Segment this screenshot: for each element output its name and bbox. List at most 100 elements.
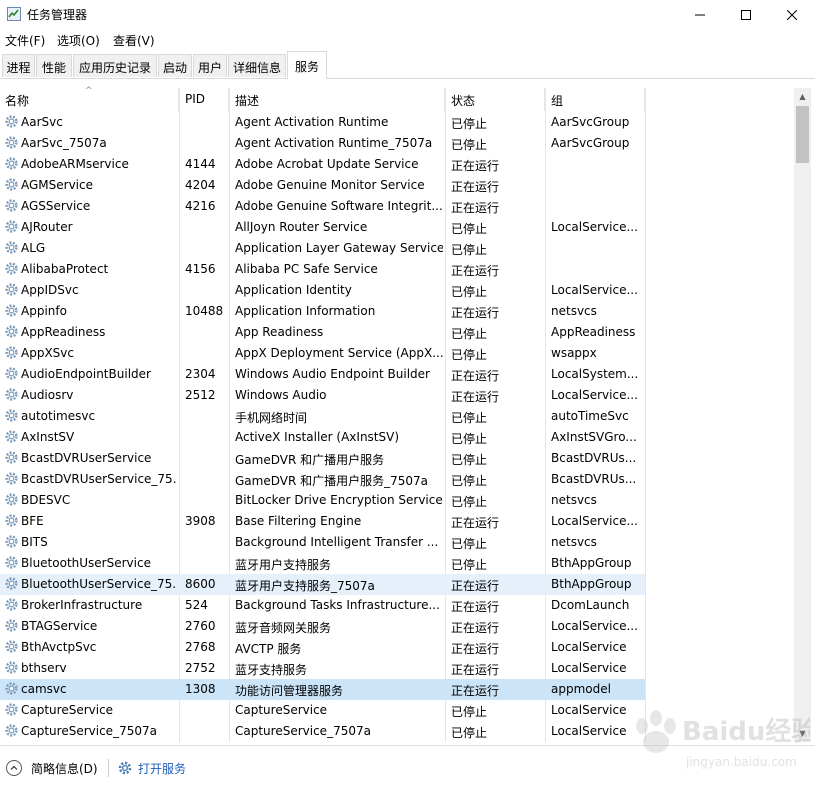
services-list: AarSvc Agent Activation Runtime 已停止 AarSvcG…	[0, 112, 795, 742]
tab-app-history[interactable]: 应用历史记录	[73, 54, 157, 77]
service-name: AppReadiness	[21, 325, 106, 339]
table-row[interactable]: CaptureService_7507a CaptureService_7507a…	[0, 721, 645, 742]
table-row[interactable]: BcastDVRUserService GameDVR 和广播用户服务 已停止 Bca…	[0, 448, 645, 469]
service-gear-icon	[5, 619, 18, 632]
minimize-button[interactable]	[677, 0, 723, 29]
service-group: autoTimeSvc	[551, 409, 629, 423]
table-row[interactable]: AudioEndpointBuilder 2304 Windows Audio En…	[0, 364, 645, 385]
footer-separator	[108, 759, 109, 777]
service-pid: 4144	[185, 157, 216, 171]
service-group: AarSvcGroup	[551, 115, 630, 129]
table-row[interactable]: Audiosrv 2512 Windows Audio 正在运行 LocalServic…	[0, 385, 645, 406]
service-description: AllJoyn Router Service	[235, 220, 368, 234]
service-gear-icon	[5, 178, 18, 191]
service-name: autotimesvc	[21, 409, 96, 423]
column-status-header[interactable]: 状态	[446, 88, 545, 111]
tab-services[interactable]: 服务	[287, 51, 327, 79]
service-group: wsappx	[551, 346, 597, 360]
scrollbar-thumb[interactable]	[796, 106, 809, 163]
table-row[interactable]: AxInstSV ActiveX Installer (AxInstSV) 已停止 A…	[0, 427, 645, 448]
table-row[interactable]: Appinfo 10488 Application Information 正在运行 n…	[0, 301, 645, 322]
service-gear-icon	[5, 514, 18, 527]
service-name: BITS	[21, 535, 48, 549]
table-row[interactable]: AGMService 4204 Adobe Genuine Monitor Serv…	[0, 175, 645, 196]
table-row[interactable]: BthAvctpSvc 2768 AVCTP 服务 正在运行 LocalService	[0, 637, 645, 658]
service-gear-icon	[5, 430, 18, 443]
table-row[interactable]: AlibabaProtect 4156 Alibaba PC Safe Servic…	[0, 259, 645, 280]
maximize-button[interactable]	[723, 0, 769, 29]
table-row[interactable]: BluetoothUserService_75... 8600 蓝牙用户支持服务_7…	[0, 574, 645, 595]
window-title: 任务管理器	[27, 8, 88, 22]
table-row[interactable]: AppXSvc AppX Deployment Service (AppX... 已…	[0, 343, 645, 364]
menu-view[interactable]: 查看(V)	[113, 32, 155, 49]
service-pid: 2752	[185, 661, 216, 675]
table-row[interactable]: BFE 3908 Base Filtering Engine 正在运行 LocalSer…	[0, 511, 645, 532]
table-row[interactable]: BrokerInfrastructure 524 Background Tasks …	[0, 595, 645, 616]
service-description: Application Information	[235, 304, 376, 318]
table-row[interactable]: BcastDVRUserService_75... GameDVR 和广播用户服务…	[0, 469, 645, 490]
tab-startup[interactable]: 启动	[158, 54, 192, 77]
column-pid-header[interactable]: PID	[180, 88, 229, 111]
menu-file[interactable]: 文件(F)	[5, 32, 45, 49]
service-name: ALG	[21, 241, 46, 255]
service-group: BcastDVRUs...	[551, 451, 637, 465]
table-row[interactable]: AdobeARMservice 4144 Adobe Acrobat Update …	[0, 154, 645, 175]
service-status: 已停止	[451, 138, 488, 152]
fewer-details-link[interactable]: 简略信息(D)	[31, 760, 98, 777]
column-group-header[interactable]: 组	[546, 88, 645, 111]
menu-options[interactable]: 选项(O)	[57, 32, 100, 49]
table-row[interactable]: AppReadiness App Readiness 已停止 AppReadiness	[0, 322, 645, 343]
service-description: BitLocker Drive Encryption Service	[235, 493, 443, 507]
table-row[interactable]: AppIDSvc Application Identity 已停止 LocalServ…	[0, 280, 645, 301]
tab-details[interactable]: 详细信息	[228, 54, 286, 77]
table-row[interactable]: AarSvc Agent Activation Runtime 已停止 AarSvcG…	[0, 112, 645, 133]
open-services-link[interactable]: 打开服务	[138, 760, 186, 777]
column-name-header[interactable]: 名称 ^	[0, 86, 179, 111]
service-name: AGMService	[21, 178, 93, 192]
baidu-paw-logo: Baidu经验 jingyan.baidu.com	[636, 710, 815, 769]
table-row[interactable]: ALG Application Layer Gateway Service 已停止	[0, 238, 645, 259]
service-pid: 4216	[185, 199, 216, 213]
column-description-header[interactable]: 描述	[230, 88, 445, 111]
service-name: AlibabaProtect	[21, 262, 109, 276]
table-row[interactable]: BDESVC BitLocker Drive Encryption Service…	[0, 490, 645, 511]
table-row[interactable]: CaptureService CaptureService 已停止 LocalServ…	[0, 700, 645, 721]
service-description: CaptureService	[235, 703, 328, 717]
service-gear-icon	[5, 535, 18, 548]
service-status: 正在运行	[451, 390, 500, 404]
table-row[interactable]: AJRouter AllJoyn Router Service 已停止 LocalSe…	[0, 217, 645, 238]
table-row[interactable]: autotimesvc 手机网络时间 已停止 autoTimeSvc	[0, 406, 645, 427]
service-status: 正在运行	[451, 159, 500, 173]
close-button[interactable]	[769, 0, 815, 29]
table-row[interactable]: BTAGService 2760 蓝牙音频网关服务 正在运行 LocalService.…	[0, 616, 645, 637]
service-group: BthAppGroup	[551, 556, 632, 570]
services-gear-icon	[118, 761, 132, 775]
service-status: 已停止	[451, 705, 488, 719]
service-description: CaptureService_7507a	[235, 724, 371, 738]
service-description: Application Layer Gateway Service	[235, 241, 443, 255]
tab-strip: 进程 性能 应用历史记录 启动 用户 详细信息 服务	[0, 51, 815, 79]
service-name: BthAvctpSvc	[21, 640, 97, 654]
table-row[interactable]: AGSService 4216 Adobe Genuine Software Int…	[0, 196, 645, 217]
table-row[interactable]: BITS Background Intelligent Transfer ... 已…	[0, 532, 645, 553]
table-row[interactable]: camsvc 1308 功能访问管理器服务 正在运行 appmodel	[0, 679, 645, 700]
tab-users[interactable]: 用户	[193, 54, 227, 77]
tab-performance[interactable]: 性能	[36, 54, 72, 77]
tab-processes[interactable]: 进程	[2, 54, 35, 77]
vertical-scrollbar[interactable]: ▲ ▼	[794, 88, 811, 742]
table-row[interactable]: bthserv 2752 蓝牙支持服务 正在运行 LocalService	[0, 658, 645, 679]
table-row[interactable]: AarSvc_7507a Agent Activation Runtime_750…	[0, 133, 645, 154]
service-gear-icon	[5, 493, 18, 506]
scroll-up-icon[interactable]: ▲	[794, 88, 811, 105]
service-group: LocalService...	[551, 220, 638, 234]
service-status: 正在运行	[451, 201, 500, 215]
service-name: AarSvc_7507a	[21, 136, 107, 150]
service-description: Agent Activation Runtime_7507a	[235, 136, 433, 150]
service-name: bthserv	[21, 661, 67, 675]
table-row[interactable]: BluetoothUserService 蓝牙用户支持服务 已停止 BthAppGro…	[0, 553, 645, 574]
service-description: Adobe Acrobat Update Service	[235, 157, 419, 171]
service-gear-icon	[5, 556, 18, 569]
service-pid: 1308	[185, 682, 216, 696]
fewer-details-icon[interactable]	[6, 760, 22, 776]
svg-text:jingyan.baidu.com: jingyan.baidu.com	[685, 755, 797, 769]
